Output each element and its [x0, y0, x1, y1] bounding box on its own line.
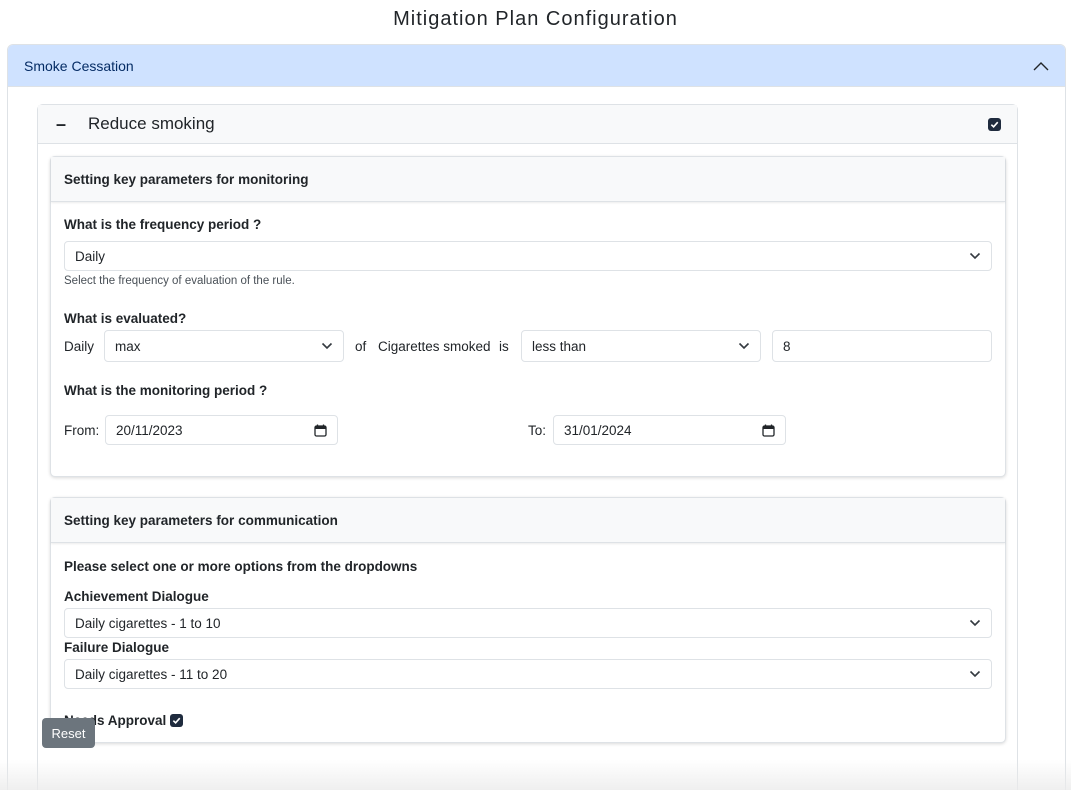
- failure-label: Failure Dialogue: [64, 640, 170, 655]
- calendar-icon[interactable]: [314, 424, 327, 437]
- communication-instruction: Please select one or more options from t…: [64, 559, 418, 574]
- communication-header: Setting key parameters for communication: [51, 498, 1005, 543]
- achievement-value: Daily cigarettes - 1 to 10: [75, 615, 221, 631]
- reset-button[interactable]: Reset: [42, 718, 95, 748]
- collapse-toggle[interactable]: –: [56, 114, 88, 135]
- from-label: From:: [64, 423, 100, 438]
- threshold-value: 8: [783, 338, 791, 354]
- metric-text: Cigarettes smoked: [378, 339, 491, 354]
- accordion-smoke-cessation: Smoke Cessation – Reduce smoking Setting…: [7, 44, 1066, 790]
- frequency-helper: Select the frequency of evaluation of th…: [64, 275, 295, 287]
- of-text: of: [355, 339, 367, 354]
- achievement-select[interactable]: Daily cigarettes - 1 to 10: [64, 608, 992, 638]
- accordion-label: Smoke Cessation: [24, 57, 134, 74]
- to-label: To:: [528, 423, 547, 438]
- goal-checkbox[interactable]: [988, 117, 1001, 131]
- evaluated-period-text: Daily: [64, 339, 95, 354]
- communication-card: Setting key parameters for communication…: [50, 497, 1006, 743]
- goal-header: – Reduce smoking: [38, 105, 1017, 144]
- chevron-up-icon[interactable]: [1033, 58, 1049, 74]
- frequency-label: What is the frequency period ?: [64, 217, 262, 232]
- calendar-icon[interactable]: [762, 424, 775, 437]
- monitoring-period-label: What is the monitoring period ?: [64, 383, 268, 398]
- chevron-down-icon: [969, 619, 981, 627]
- aggregate-value: max: [115, 338, 141, 354]
- to-date-input[interactable]: 31/01/2024: [553, 415, 786, 445]
- chevron-down-icon: [969, 252, 981, 260]
- chevron-down-icon: [321, 342, 333, 350]
- needs-approval-checkbox[interactable]: [170, 714, 183, 727]
- aggregate-select[interactable]: max: [104, 330, 344, 362]
- goal-title: Reduce smoking: [88, 114, 215, 133]
- failure-select[interactable]: Daily cigarettes - 11 to 20: [64, 659, 992, 689]
- goal-card: – Reduce smoking Setting key parameters …: [37, 104, 1018, 790]
- comparator-select[interactable]: less than: [521, 330, 761, 362]
- comparator-value: less than: [532, 338, 587, 354]
- chevron-down-icon: [738, 342, 750, 350]
- threshold-input[interactable]: 8: [772, 330, 992, 362]
- accordion-header[interactable]: Smoke Cessation: [8, 45, 1065, 87]
- checkmark-icon: [990, 121, 999, 128]
- frequency-value: Daily: [75, 248, 106, 264]
- failure-value: Daily cigarettes - 11 to 20: [75, 666, 228, 682]
- is-text: is: [499, 339, 509, 354]
- frequency-select[interactable]: Daily: [64, 241, 992, 271]
- page-title: Mitigation Plan Configuration: [393, 8, 678, 30]
- monitoring-header: Setting key parameters for monitoring: [51, 157, 1005, 202]
- from-date-input[interactable]: 20/11/2023: [105, 415, 338, 445]
- evaluated-label: What is evaluated?: [64, 311, 187, 326]
- checkmark-icon: [172, 717, 181, 725]
- from-date-value: 20/11/2023: [116, 422, 183, 438]
- to-date-value: 31/01/2024: [564, 422, 632, 438]
- achievement-label: Achievement Dialogue: [64, 589, 209, 604]
- chevron-down-icon: [969, 670, 981, 678]
- monitoring-card: Setting key parameters for monitoring Wh…: [50, 156, 1006, 477]
